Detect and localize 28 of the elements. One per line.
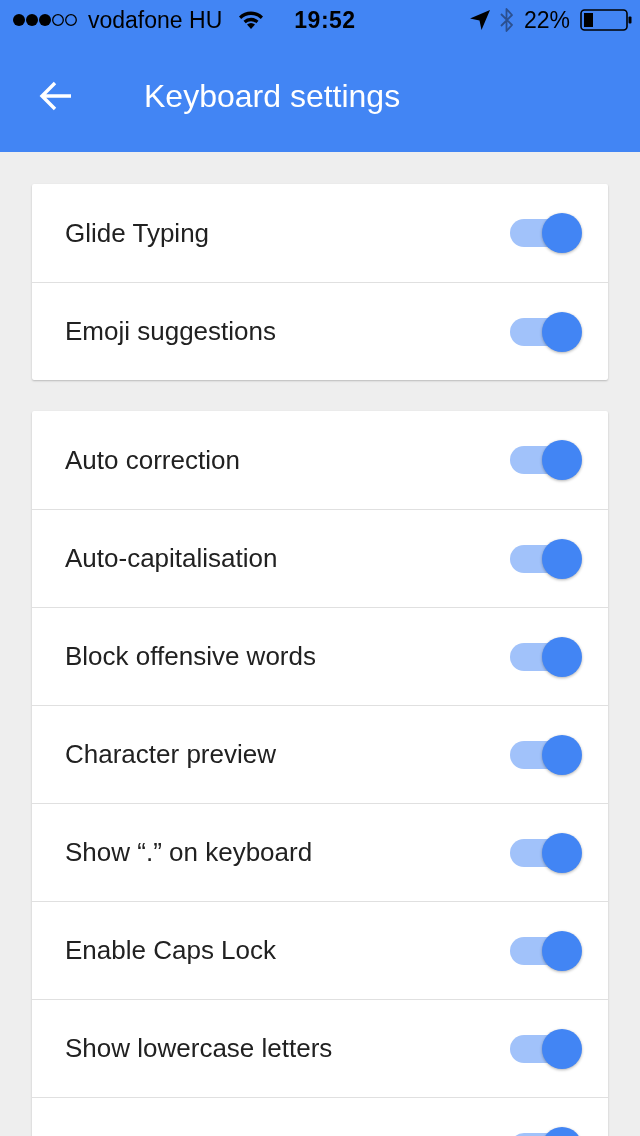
- setting-label: Emoji suggestions: [65, 316, 276, 347]
- setting-label: Character preview: [65, 739, 276, 770]
- wifi-icon: [238, 10, 265, 30]
- back-arrow-icon: [39, 81, 73, 111]
- location-arrow-icon: [469, 10, 490, 30]
- toggle-switch[interactable]: [510, 1028, 582, 1069]
- toggle-switch[interactable]: [510, 930, 582, 971]
- carrier-name: vodafone HU: [88, 6, 223, 34]
- toggle-switch[interactable]: [510, 636, 582, 677]
- battery-percentage: 22%: [523, 6, 570, 34]
- toggle-switch[interactable]: [510, 440, 582, 480]
- setting-label: Block offensive words: [65, 641, 316, 672]
- setting-label: Show “.” on keyboard: [65, 837, 313, 868]
- toggle-switch[interactable]: [510, 311, 582, 352]
- bluetooth-icon: [499, 7, 514, 33]
- setting-label: Glide Typing: [65, 217, 210, 249]
- setting-label: Enable Caps Lock: [65, 935, 277, 966]
- signal-strength-icon: [12, 13, 78, 27]
- battery-icon: [580, 9, 632, 31]
- setting-label: Auto correction: [65, 444, 240, 476]
- page-title: Keyboard settings: [144, 77, 401, 115]
- toggle-switch[interactable]: [510, 832, 582, 873]
- clock-time: 19:52: [294, 6, 356, 34]
- setting-label: Auto-capitalisation: [65, 543, 278, 574]
- toggle-switch[interactable]: [510, 538, 582, 579]
- toggle-switch[interactable]: [510, 734, 582, 775]
- setting-label: Show lowercase letters: [65, 1033, 333, 1064]
- toggle-switch[interactable]: [510, 213, 582, 253]
